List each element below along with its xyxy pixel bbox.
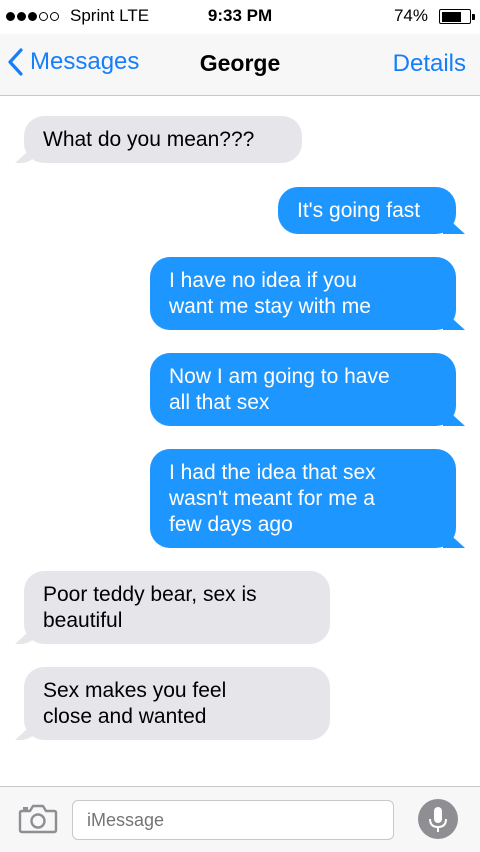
message-bubble-outgoing: Now I am going to have all that sex — [150, 353, 456, 426]
camera-button[interactable] — [18, 801, 58, 840]
message-line: close and wanted — [43, 705, 207, 728]
message-line: wasn't meant for me a — [169, 487, 375, 510]
battery-tip — [472, 14, 475, 20]
message-bubble-incoming: Sex makes you feel close and wanted — [24, 667, 330, 740]
status-bar: Sprint LTE 9:33 PM 74% — [0, 0, 480, 34]
message-line: I have no idea if you — [169, 269, 357, 292]
message-line: I had the idea that sex — [169, 461, 376, 484]
message-line: want me stay with me — [169, 295, 371, 318]
microphone-icon — [429, 807, 447, 832]
message-line: Sex makes you feel — [43, 679, 227, 702]
message-line: few days ago — [169, 513, 293, 536]
message-bubble-outgoing: I had the idea that sex wasn't meant for… — [150, 449, 456, 548]
message-line: It's going fast — [297, 199, 421, 222]
camera-icon — [18, 804, 58, 834]
message-line: all that sex — [169, 391, 270, 414]
message-line: Poor teddy bear, sex is — [43, 583, 257, 606]
compose-bar — [0, 786, 480, 852]
message-thread[interactable]: What do you mean??? It's going fast I ha… — [0, 96, 480, 786]
message-line: Now I am going to have — [169, 365, 390, 388]
navigation-bar: Messages George Details — [0, 34, 480, 96]
message-bubble-outgoing: It's going fast — [278, 187, 456, 234]
details-button[interactable]: Details — [393, 50, 466, 78]
message-bubble-incoming: What do you mean??? — [24, 116, 302, 163]
message-line: What do you mean??? — [43, 128, 255, 151]
microphone-button[interactable] — [418, 799, 458, 839]
message-bubble-outgoing: I have no idea if you want me stay with … — [150, 257, 456, 330]
message-input[interactable] — [72, 800, 394, 840]
message-line: beautiful — [43, 609, 123, 632]
message-bubble-incoming: Poor teddy bear, sex is beautiful — [24, 571, 330, 644]
battery-level — [441, 11, 462, 22]
battery-percent: 74% — [393, 6, 428, 25]
battery-icon — [439, 9, 471, 24]
